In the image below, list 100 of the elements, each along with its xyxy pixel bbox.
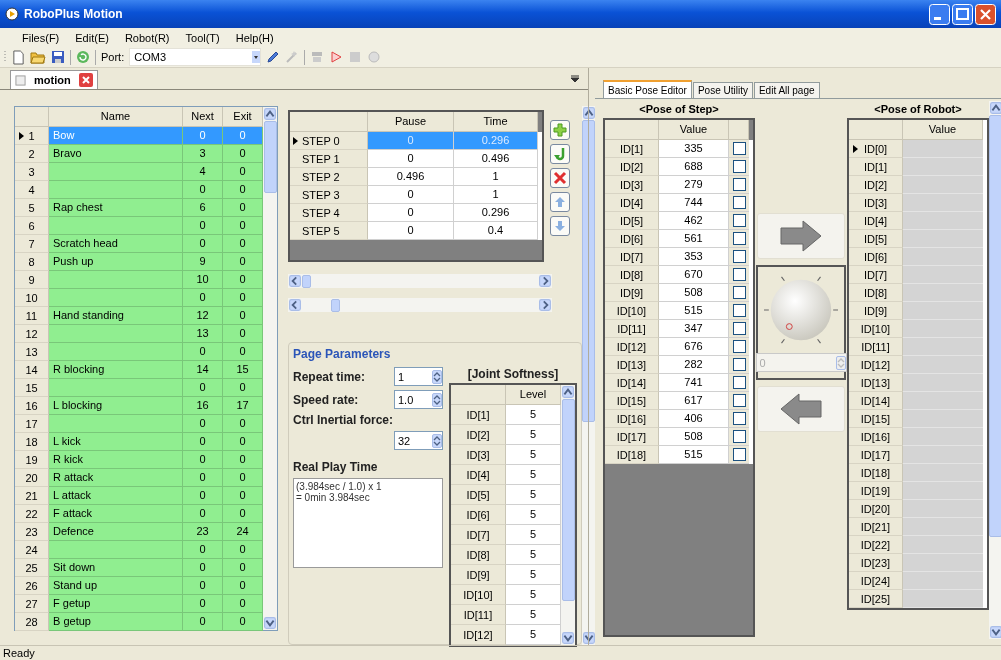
table-row[interactable]: 13 0 0 <box>15 343 263 361</box>
scroll-left-icon[interactable] <box>289 275 301 287</box>
checkbox[interactable] <box>732 268 746 281</box>
row-header[interactable]: ID[2] <box>451 425 506 445</box>
row-header[interactable]: ID[10] <box>605 302 659 320</box>
table-cell[interactable]: 0.4 <box>454 222 538 240</box>
column-header[interactable]: Value <box>903 120 983 140</box>
table-cell[interactable] <box>903 338 983 356</box>
row-header[interactable]: ID[5] <box>451 485 506 505</box>
table-row[interactable]: 17 0 0 <box>15 415 263 433</box>
checkbox[interactable] <box>732 214 746 227</box>
table-cell[interactable] <box>903 266 983 284</box>
scroll-up-icon[interactable] <box>264 108 276 120</box>
number-field[interactable]: 1.0 <box>394 390 443 409</box>
row-header[interactable]: ID[2] <box>849 176 903 194</box>
pencil-icon[interactable] <box>266 50 281 64</box>
table-row[interactable]: STEP 1 0 0.496 <box>290 150 542 168</box>
table-row[interactable]: 10 0 0 <box>15 289 263 307</box>
row-header[interactable]: 28 <box>15 613 49 631</box>
row-header[interactable]: ID[16] <box>605 410 659 428</box>
menu-item[interactable]: Help(H) <box>227 30 282 45</box>
row-header[interactable]: 8 <box>15 253 49 271</box>
table-cell[interactable] <box>903 320 983 338</box>
row-header[interactable]: ID[1] <box>451 405 506 425</box>
row-header[interactable]: ID[13] <box>849 374 903 392</box>
move-up-button[interactable] <box>550 192 570 212</box>
row-header[interactable]: ID[1] <box>849 158 903 176</box>
table-row[interactable]: 19 R kick 0 0 <box>15 451 263 469</box>
move-down-button[interactable] <box>550 216 570 236</box>
table-cell[interactable] <box>903 140 983 158</box>
row-header[interactable]: ID[19] <box>849 482 903 500</box>
insert-button[interactable] <box>550 144 570 164</box>
row-header[interactable]: ID[4] <box>849 212 903 230</box>
table-row[interactable]: 7 Scratch head 0 0 <box>15 235 263 253</box>
column-header[interactable]: Pause <box>368 112 454 132</box>
save-icon[interactable] <box>51 50 65 64</box>
table-cell[interactable] <box>903 428 983 446</box>
row-header[interactable]: ID[4] <box>451 465 506 485</box>
right-arrow-button[interactable] <box>757 213 845 259</box>
table-cell[interactable] <box>903 356 983 374</box>
row-header[interactable]: ID[3] <box>849 194 903 212</box>
scrollbar[interactable] <box>561 385 575 645</box>
row-header[interactable]: ID[7] <box>849 266 903 284</box>
row-header[interactable]: ID[7] <box>451 525 506 545</box>
scroll-down-icon[interactable] <box>582 632 595 644</box>
row-header[interactable]: ID[10] <box>451 585 506 605</box>
row-header[interactable]: ID[7] <box>605 248 659 266</box>
row-header[interactable]: ID[15] <box>605 392 659 410</box>
table-cell[interactable] <box>903 194 983 212</box>
document-tab[interactable]: motion <box>10 70 98 89</box>
table-cell[interactable] <box>903 392 983 410</box>
row-header[interactable]: STEP 2 <box>290 168 368 186</box>
row-header[interactable]: 1 <box>15 127 49 145</box>
row-header[interactable]: ID[16] <box>849 428 903 446</box>
table-row[interactable]: 8 Push up 9 0 <box>15 253 263 271</box>
row-header[interactable]: 12 <box>15 325 49 343</box>
table-row[interactable]: 5 Rap chest 6 0 <box>15 199 263 217</box>
checkbox[interactable] <box>732 340 746 353</box>
scroll-down-icon[interactable] <box>264 617 276 629</box>
table-row[interactable]: 20 R attack 0 0 <box>15 469 263 487</box>
row-header[interactable]: ID[24] <box>849 572 903 590</box>
row-header[interactable]: ID[4] <box>605 194 659 212</box>
row-header[interactable]: ID[5] <box>605 212 659 230</box>
row-header[interactable]: ID[10] <box>849 320 903 338</box>
checkbox[interactable] <box>732 412 746 425</box>
row-header[interactable]: ID[13] <box>605 356 659 374</box>
scrollbar-thumb[interactable] <box>561 399 575 601</box>
column-header[interactable]: Next <box>183 107 223 127</box>
table-row[interactable]: 6 0 0 <box>15 217 263 235</box>
scroll-down-icon[interactable] <box>562 632 574 644</box>
row-header[interactable]: ID[8] <box>605 266 659 284</box>
add-button[interactable] <box>550 120 570 140</box>
checkbox[interactable] <box>732 142 746 155</box>
table-cell[interactable] <box>903 482 983 500</box>
row-header[interactable]: ID[18] <box>605 446 659 464</box>
menu-item[interactable]: Robot(R) <box>116 30 178 45</box>
row-header[interactable]: ID[5] <box>849 230 903 248</box>
spin-arrows-icon[interactable] <box>432 433 442 448</box>
row-header[interactable]: ID[8] <box>451 545 506 565</box>
row-header[interactable]: 26 <box>15 577 49 595</box>
scroll-up-icon[interactable] <box>989 102 1001 114</box>
row-header[interactable]: ID[9] <box>451 565 506 585</box>
table-cell[interactable] <box>903 284 983 302</box>
row-header[interactable]: 2 <box>15 145 49 163</box>
table-row[interactable]: 28 B getup 0 0 <box>15 613 263 631</box>
row-header[interactable]: ID[14] <box>849 392 903 410</box>
play-time-field[interactable]: (3.984sec / 1.0) x 1 = 0min 3.984sec <box>293 478 443 568</box>
play-icon[interactable] <box>329 50 344 64</box>
table-cell[interactable] <box>903 212 983 230</box>
table-cell[interactable] <box>903 554 983 572</box>
row-header[interactable]: 14 <box>15 361 49 379</box>
row-header[interactable]: 25 <box>15 559 49 577</box>
table-cell[interactable] <box>903 248 983 266</box>
checkbox[interactable] <box>732 178 746 191</box>
row-header[interactable]: 6 <box>15 217 49 235</box>
row-header[interactable]: ID[8] <box>849 284 903 302</box>
scroll-right-icon[interactable] <box>539 275 551 287</box>
table-cell[interactable] <box>903 158 983 176</box>
row-header[interactable]: 7 <box>15 235 49 253</box>
checkbox[interactable] <box>732 448 746 461</box>
